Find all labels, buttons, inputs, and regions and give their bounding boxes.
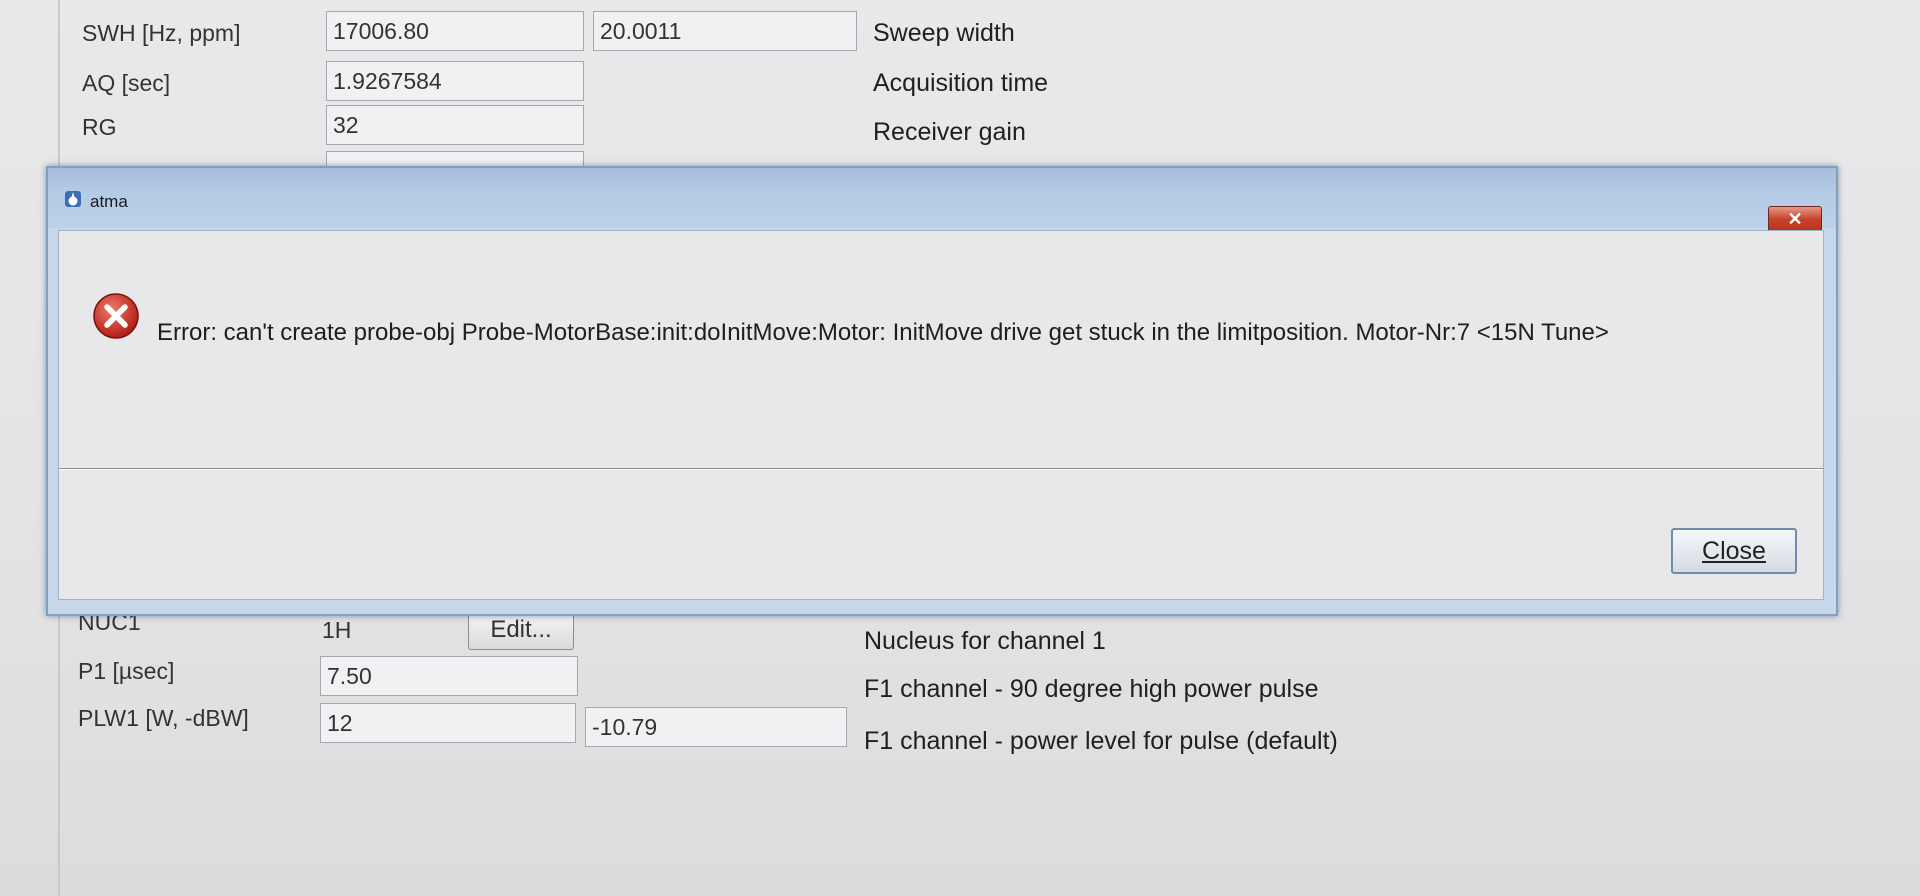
- aq-label: AQ [sec]: [82, 70, 171, 96]
- error-message: Error: can't create probe-obj Probe-Moto…: [157, 319, 1609, 346]
- p1-field[interactable]: 7.50: [320, 656, 578, 696]
- aq-description: Acquisition time: [873, 69, 1049, 97]
- dialog-content: Error: can't create probe-obj Probe-Moto…: [58, 230, 1824, 600]
- swh-label: SWH [Hz, ppm]: [82, 20, 241, 46]
- p1-description: F1 channel - 90 degree high power pulse: [864, 675, 1319, 703]
- dialog-title: atma: [90, 192, 128, 211]
- dialog-close-x-button[interactable]: ✕: [1768, 206, 1822, 232]
- close-button-label: Close: [1702, 537, 1766, 565]
- close-button[interactable]: Close: [1671, 528, 1797, 574]
- swh-hz-field[interactable]: 17006.80: [326, 11, 584, 51]
- nuc1-edit-button[interactable]: Edit...: [468, 610, 574, 650]
- plw1-dbw-field[interactable]: -10.79: [585, 707, 847, 747]
- swh-ppm-field[interactable]: 20.0011: [593, 11, 857, 51]
- aq-field[interactable]: 1.9267584: [326, 61, 584, 101]
- nuc1-value: 1H: [322, 617, 352, 643]
- error-x-circle-icon: [93, 293, 139, 339]
- plw1-watt-field[interactable]: 12: [320, 703, 576, 743]
- rg-description: Receiver gain: [873, 118, 1026, 146]
- dialog-titlebar[interactable]: atma ✕: [48, 168, 1836, 232]
- plw1-description: F1 channel - power level for pulse (defa…: [864, 727, 1338, 755]
- rg-label: RG: [82, 114, 117, 140]
- p1-label: P1 [µsec]: [78, 658, 175, 684]
- rg-field[interactable]: 32: [326, 105, 584, 145]
- app-icon: [65, 191, 81, 207]
- screen: SWH [Hz, ppm] 17006.80 20.0011 Sweep wid…: [0, 0, 1920, 896]
- dialog-separator: [59, 468, 1823, 470]
- error-dialog: atma ✕ Error: can't create probe-obj Pro…: [46, 166, 1838, 616]
- plw1-label: PLW1 [W, -dBW]: [78, 705, 249, 731]
- swh-description: Sweep width: [873, 19, 1015, 47]
- nuc1-description: Nucleus for channel 1: [864, 627, 1106, 655]
